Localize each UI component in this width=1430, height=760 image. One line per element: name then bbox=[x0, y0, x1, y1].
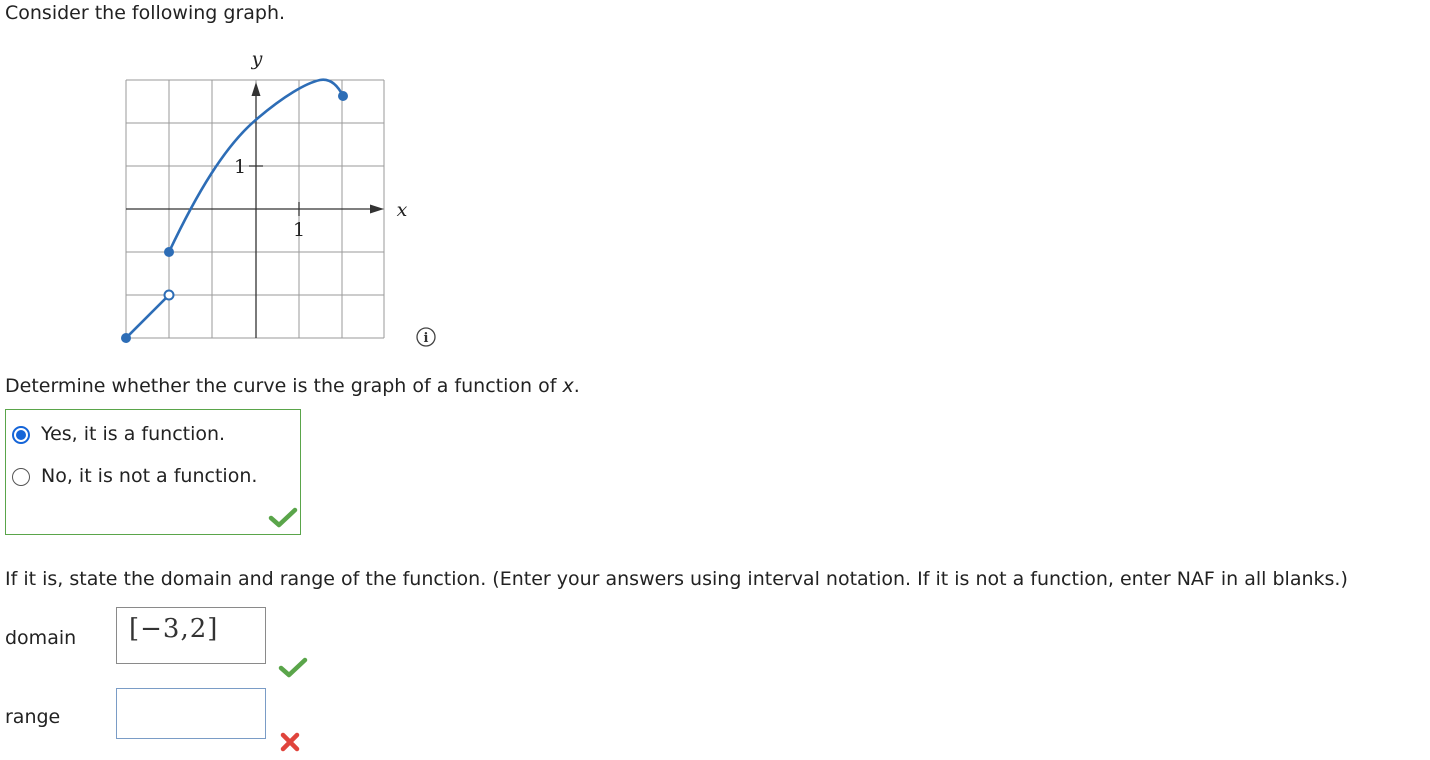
range-input[interactable] bbox=[116, 688, 266, 739]
open-endpoint bbox=[163, 289, 175, 301]
range-label: range bbox=[5, 706, 61, 728]
closed-endpoint-right bbox=[338, 91, 348, 101]
radio-no[interactable] bbox=[12, 468, 30, 486]
check-icon bbox=[278, 657, 308, 678]
info-icon[interactable]: i bbox=[416, 327, 436, 347]
info-icon-glyph: i bbox=[424, 331, 429, 346]
prompt-variable: x bbox=[562, 375, 574, 397]
domain-label: domain bbox=[5, 627, 77, 649]
curve-left-segment bbox=[125, 294, 170, 339]
radio-yes[interactable] bbox=[12, 426, 30, 444]
function-graph: y x 1 1 i bbox=[121, 48, 436, 347]
x-axis-arrow bbox=[370, 204, 384, 214]
x-tick-label: 1 bbox=[293, 219, 305, 241]
curve bbox=[121, 78, 348, 343]
closed-endpoint-left bbox=[121, 333, 131, 343]
instructions-text: If it is, state the domain and range of … bbox=[5, 568, 1348, 590]
y-axis-arrow bbox=[251, 82, 261, 96]
cross-icon bbox=[280, 732, 300, 752]
prompt-suffix: . bbox=[573, 375, 580, 397]
answer-choices: Yes, it is a function. No, it is not a f… bbox=[5, 409, 301, 535]
choice-no-label[interactable]: No, it is not a function. bbox=[41, 465, 257, 487]
closed-endpoint-middle bbox=[164, 247, 174, 257]
function-question: Determine whether the curve is the graph… bbox=[5, 375, 580, 397]
y-tick-label: 1 bbox=[234, 156, 246, 178]
prompt-prefix: Determine whether the curve is the graph… bbox=[5, 375, 563, 397]
domain-value: [−3,2] bbox=[129, 614, 219, 644]
check-icon bbox=[268, 507, 298, 528]
y-axis-label: y bbox=[251, 48, 263, 70]
choice-yes-label[interactable]: Yes, it is a function. bbox=[41, 423, 225, 445]
x-axis-label: x bbox=[397, 199, 408, 221]
domain-input[interactable]: [−3,2] bbox=[116, 607, 266, 664]
